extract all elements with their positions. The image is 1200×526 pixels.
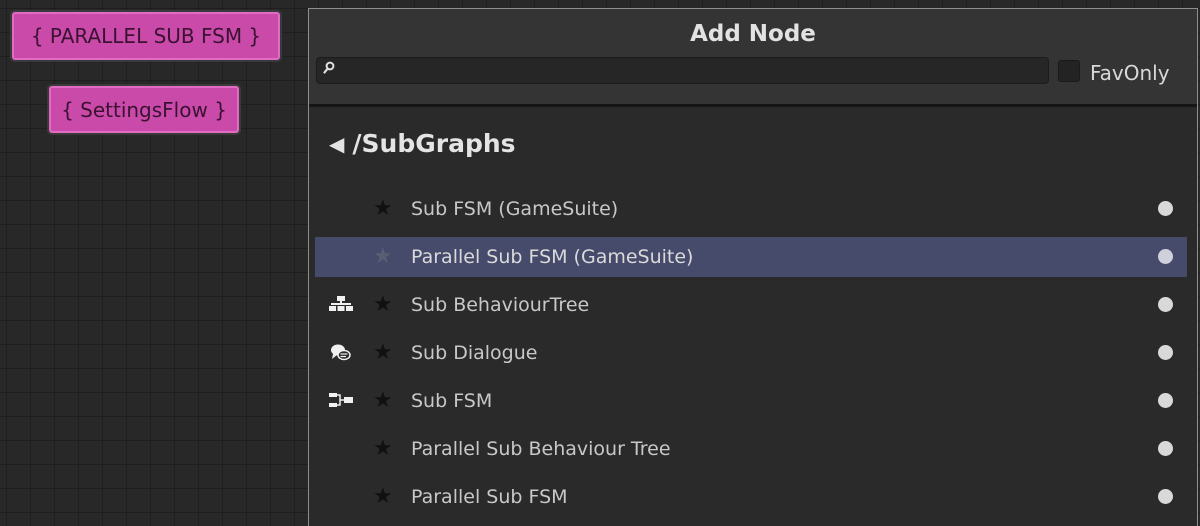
list-item[interactable]: ★ Sub FSM — [315, 381, 1187, 421]
panel-title: Add Node — [690, 21, 816, 47]
favorite-star-icon[interactable]: ★ — [373, 197, 393, 221]
fsm-icon — [327, 391, 355, 411]
add-node-panel: Add Node FavOnly ◀ /SubGraphs ★ Sub FSM … — [308, 8, 1198, 526]
list-item[interactable]: ★ Sub BehaviourTree — [315, 285, 1187, 325]
fav-only-checkbox[interactable] — [1058, 60, 1080, 82]
port-dot-icon — [1158, 345, 1173, 360]
port-dot-icon — [1158, 201, 1173, 216]
dialogue-icon — [327, 343, 355, 363]
favorite-star-icon[interactable]: ★ — [373, 389, 393, 413]
breadcrumb[interactable]: ◀ /SubGraphs — [329, 129, 516, 158]
header-separator — [309, 104, 1197, 107]
port-dot-icon — [1158, 489, 1173, 504]
favorite-star-icon[interactable]: ★ — [373, 485, 393, 509]
behaviour-tree-icon — [327, 295, 355, 315]
port-dot-icon — [1158, 297, 1173, 312]
panel-header: Add Node FavOnly — [309, 9, 1197, 104]
node-label: { PARALLEL SUB FSM } — [30, 24, 262, 48]
list-item-label: Parallel Sub FSM — [411, 486, 568, 508]
port-dot-icon — [1158, 393, 1173, 408]
favorite-star-icon[interactable]: ★ — [373, 293, 393, 317]
back-arrow-icon[interactable]: ◀ — [329, 132, 344, 156]
list-item-label: Parallel Sub FSM (GameSuite) — [411, 246, 694, 268]
list-item-label: Sub BehaviourTree — [411, 294, 590, 316]
list-item-label: Sub Dialogue — [411, 342, 538, 364]
list-item[interactable]: ★ Sub FSM (GameSuite) — [315, 189, 1187, 229]
canvas-node-parallel-sub-fsm[interactable]: { PARALLEL SUB FSM } — [10, 10, 282, 62]
search-icon — [323, 61, 339, 79]
fav-only-label: FavOnly — [1090, 61, 1170, 85]
node-label: { SettingsFlow } — [61, 97, 227, 122]
list-item[interactable]: ★ Sub Dialogue — [315, 333, 1187, 373]
list-item[interactable]: ★ Parallel Sub Behaviour Tree — [315, 429, 1187, 469]
list-item-label: Parallel Sub Behaviour Tree — [411, 438, 671, 460]
breadcrumb-path: /SubGraphs — [352, 129, 516, 158]
list-item[interactable]: ★ Parallel Sub FSM — [315, 477, 1187, 517]
port-dot-icon — [1158, 441, 1173, 456]
canvas-node-settings-flow[interactable]: { SettingsFlow } — [47, 84, 241, 135]
port-dot-icon — [1158, 249, 1173, 264]
list-item-label: Sub FSM — [411, 390, 493, 412]
search-box[interactable] — [316, 57, 1049, 84]
list-item-label: Sub FSM (GameSuite) — [411, 198, 619, 220]
search-input[interactable] — [341, 58, 1041, 83]
list-item-selected[interactable]: ★ Parallel Sub FSM (GameSuite) — [315, 237, 1187, 277]
node-list: ★ Sub FSM (GameSuite) ★ Parallel Sub FSM… — [315, 189, 1187, 525]
favorite-star-icon[interactable]: ★ — [373, 245, 393, 269]
favorite-star-icon[interactable]: ★ — [373, 437, 393, 461]
favorite-star-icon[interactable]: ★ — [373, 341, 393, 365]
